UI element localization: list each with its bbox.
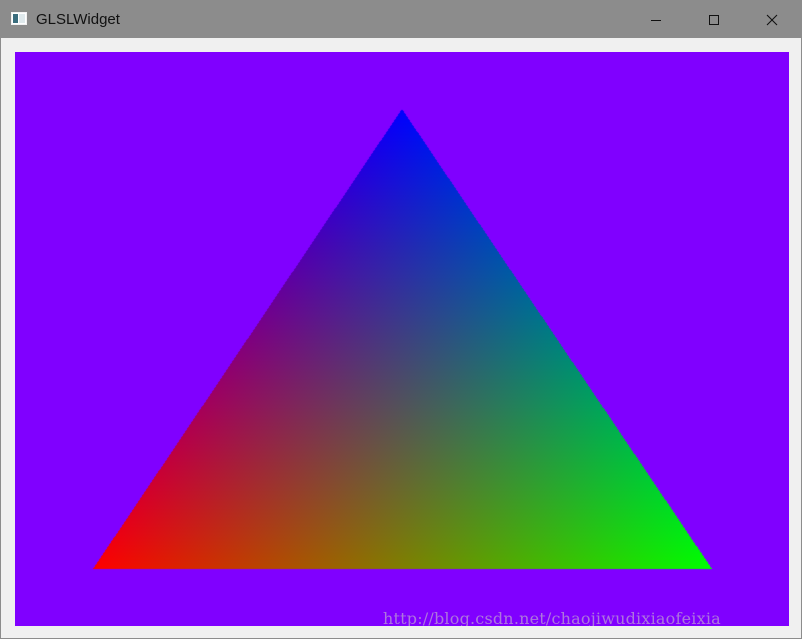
application-window: GLSLWidget http://blog.csdn.net/chaojiwu… bbox=[0, 0, 802, 639]
close-icon bbox=[766, 14, 778, 25]
gl-viewport[interactable]: http://blog.csdn.net/chaojiwudixiaofeixi… bbox=[15, 52, 789, 626]
window-title: GLSLWidget bbox=[36, 11, 120, 28]
title-bar[interactable]: GLSLWidget bbox=[1, 1, 801, 38]
maximize-icon bbox=[709, 14, 719, 25]
minimize-button[interactable] bbox=[627, 1, 685, 38]
maximize-button[interactable] bbox=[685, 1, 743, 38]
watermark-text: http://blog.csdn.net/chaojiwudixiaofeixi… bbox=[383, 609, 721, 627]
triangle-canvas bbox=[15, 52, 789, 626]
close-button[interactable] bbox=[743, 1, 801, 38]
app-window-icon[interactable] bbox=[11, 12, 27, 25]
minimize-icon bbox=[651, 19, 661, 21]
